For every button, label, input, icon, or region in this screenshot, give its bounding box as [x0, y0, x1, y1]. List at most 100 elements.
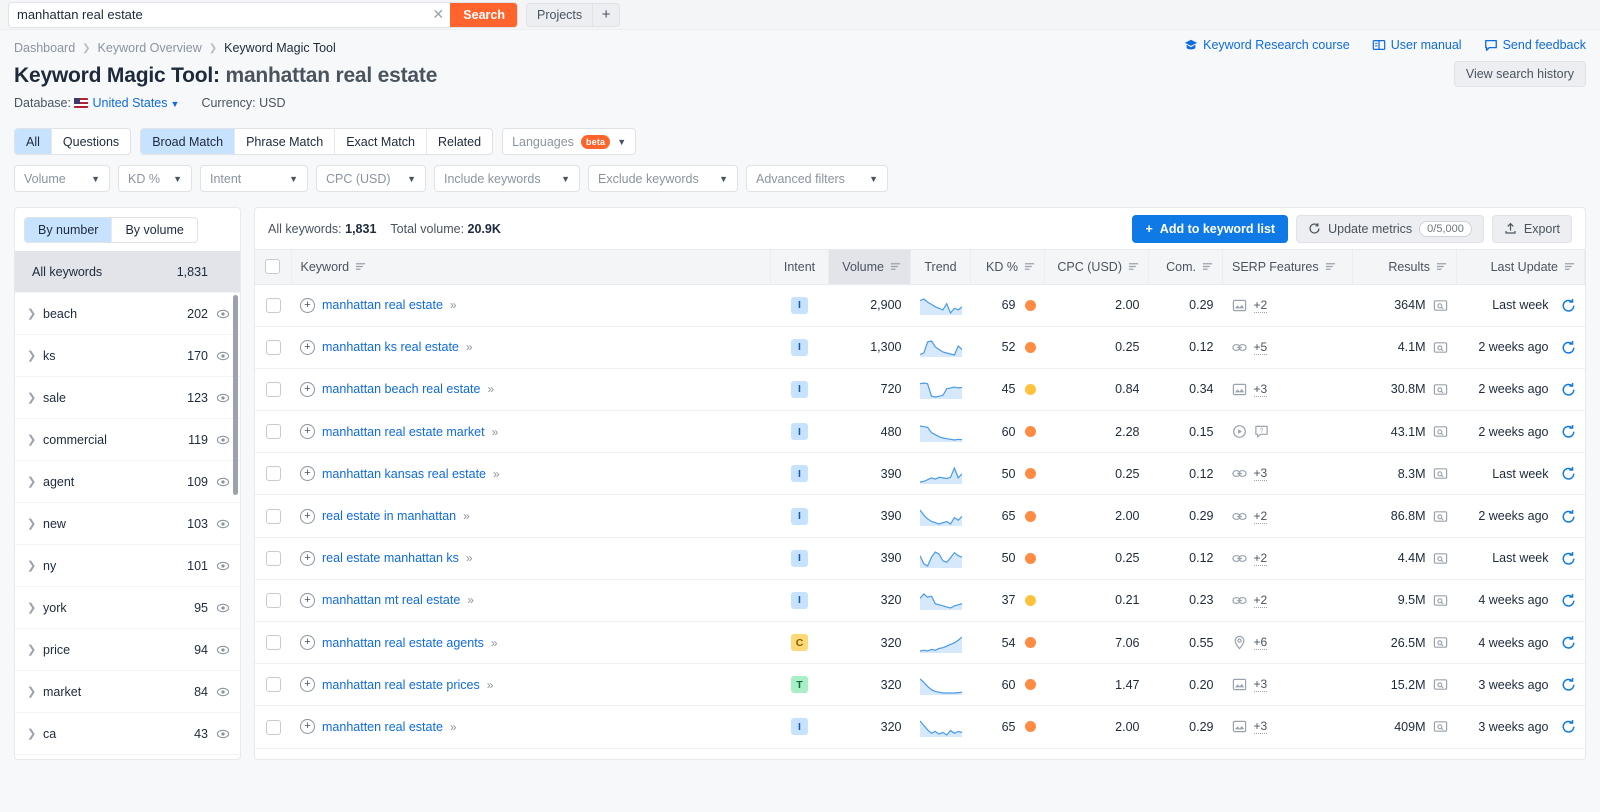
chevron-right-icon[interactable]: ❯	[27, 307, 43, 320]
column-header-results[interactable]: Results	[1352, 250, 1457, 285]
image-icon[interactable]	[1232, 677, 1247, 692]
row-checkbox[interactable]	[265, 466, 281, 482]
serp-more-count[interactable]: +6	[1253, 635, 1268, 651]
image-icon[interactable]	[1232, 382, 1247, 397]
send-feedback-link[interactable]: Send feedback	[1484, 38, 1586, 52]
keyword-link[interactable]: manhattan real estate market	[322, 425, 485, 439]
add-to-keyword-list-button[interactable]: + Add to keyword list	[1132, 214, 1289, 243]
table-row[interactable]: + manhattan beach real estate » I 720 45 0.84 0…	[255, 368, 1585, 412]
user-manual-link[interactable]: User manual	[1372, 38, 1462, 52]
refresh-row-icon[interactable]	[1561, 593, 1576, 608]
chevron-right-icon[interactable]: ❯	[27, 433, 43, 446]
sidebar-group-list[interactable]: All keywords 1,831 ❯ beach 202 ❯ ks 170 ❯ sale 1…	[15, 251, 240, 759]
filter-kd[interactable]: KD % ▼	[118, 165, 192, 192]
sidebar-item-new[interactable]: ❯ new 103	[15, 503, 240, 545]
serp-more-count[interactable]: +2	[1253, 593, 1268, 608]
chevron-right-icon[interactable]: ❯	[27, 517, 43, 530]
sidebar-item-beach[interactable]: ❯ beach 202	[15, 293, 240, 335]
intent-badge[interactable]: I	[791, 465, 808, 483]
refresh-row-icon[interactable]	[1561, 340, 1576, 355]
intent-badge[interactable]: I	[791, 718, 808, 736]
intent-badge[interactable]: I	[791, 338, 808, 356]
serp-more-count[interactable]: +3	[1253, 382, 1268, 397]
sidebar-scrollbar[interactable]	[233, 295, 238, 495]
view-serp-icon[interactable]	[1433, 466, 1448, 481]
row-checkbox[interactable]	[265, 297, 281, 313]
keyword-table-scroll[interactable]: Keyword Intent Volume Trend KD % CPC (USD) Com…	[254, 249, 1586, 760]
search-input[interactable]	[9, 2, 427, 27]
preview-eye-icon[interactable]	[208, 643, 230, 657]
intent-badge[interactable]: I	[791, 591, 808, 609]
table-row[interactable]: + manhatten real estate » I 320 65 2.00 0.29 +3 4…	[255, 705, 1585, 749]
breadcrumb-dashboard[interactable]: Dashboard	[14, 41, 75, 55]
preview-eye-icon[interactable]	[208, 685, 230, 699]
sidebar-item-all-keywords[interactable]: All keywords 1,831	[15, 251, 240, 293]
serp-more-count[interactable]: +5	[1253, 340, 1268, 355]
breadcrumb-keyword-overview[interactable]: Keyword Overview	[98, 41, 202, 55]
sidebar-item-price[interactable]: ❯ price 94	[15, 629, 240, 671]
view-serp-icon[interactable]	[1433, 509, 1448, 524]
keyword-link[interactable]: manhattan real estate	[322, 298, 443, 312]
sidebar-item-ca[interactable]: ❯ ca 43	[15, 713, 240, 755]
sidebar-item-agent[interactable]: ❯ agent 109	[15, 461, 240, 503]
table-row[interactable]: + manhattan real estate market » I 480 60 2.28…	[255, 410, 1585, 454]
table-row[interactable]: + real estate manhattan ks » I 390 50 0.25 0.12…	[255, 537, 1585, 580]
preview-eye-icon[interactable]	[208, 475, 230, 489]
sidebar-item-commercial[interactable]: ❯ commercial 119	[15, 419, 240, 461]
sidebar-item-market[interactable]: ❯ market 84	[15, 671, 240, 713]
chevron-down-icon[interactable]: ▼	[171, 99, 180, 109]
keyword-expand-icon[interactable]: »	[467, 593, 474, 607]
filter-exclude-keywords[interactable]: Exclude keywords ▼	[588, 165, 738, 192]
add-project-icon[interactable]: +	[593, 4, 619, 26]
view-serp-icon[interactable]	[1433, 677, 1448, 692]
keyword-expand-icon[interactable]: »	[450, 720, 457, 734]
add-keyword-icon[interactable]: +	[300, 508, 315, 524]
local-icon[interactable]	[1232, 635, 1247, 650]
update-metrics-button[interactable]: Update metrics 0/5,000	[1296, 214, 1484, 243]
sort-icon[interactable]	[1202, 261, 1213, 272]
column-header-serp[interactable]: SERP Features	[1222, 250, 1353, 285]
intent-badge[interactable]: I	[791, 549, 808, 567]
image-icon[interactable]	[1232, 719, 1247, 734]
preview-eye-icon[interactable]	[208, 727, 230, 741]
view-search-history-button[interactable]: View search history	[1453, 61, 1586, 87]
refresh-row-icon[interactable]	[1561, 466, 1576, 481]
clear-search-icon[interactable]: ✕	[426, 3, 450, 27]
add-keyword-icon[interactable]: +	[300, 719, 315, 735]
intent-badge[interactable]: I	[791, 296, 808, 314]
serp-more-count[interactable]: +3	[1253, 466, 1268, 482]
keyword-link[interactable]: real estate manhattan ks	[322, 551, 459, 565]
chevron-right-icon[interactable]: ❯	[27, 475, 43, 488]
serp-more-count[interactable]: +3	[1253, 719, 1268, 735]
sort-icon[interactable]	[890, 261, 901, 272]
view-serp-icon[interactable]	[1433, 424, 1448, 439]
preview-eye-icon[interactable]	[208, 433, 230, 447]
link-icon[interactable]	[1231, 466, 1247, 481]
intent-badge[interactable]: C	[791, 634, 808, 652]
tab-questions[interactable]: Questions	[52, 129, 130, 154]
sidebar-item-ny[interactable]: ❯ ny 101	[15, 545, 240, 587]
refresh-row-icon[interactable]	[1561, 298, 1576, 313]
serp-more-count[interactable]: +3	[1253, 677, 1268, 693]
add-keyword-icon[interactable]: +	[300, 424, 315, 440]
tab-broad-match[interactable]: Broad Match	[141, 129, 236, 154]
row-checkbox[interactable]	[265, 550, 281, 566]
preview-eye-icon[interactable]	[208, 307, 230, 321]
search-button[interactable]: Search	[450, 2, 517, 27]
add-keyword-icon[interactable]: +	[300, 635, 315, 651]
database-selector[interactable]: Database: United States ▼	[14, 96, 179, 110]
row-checkbox[interactable]	[265, 593, 281, 608]
keyword-expand-icon[interactable]: »	[487, 382, 494, 396]
sidebar-item-york[interactable]: ❯ york 95	[15, 587, 240, 629]
view-serp-icon[interactable]	[1433, 382, 1448, 397]
sort-icon[interactable]	[1436, 261, 1447, 272]
select-all-checkbox[interactable]	[265, 259, 281, 275]
chevron-right-icon[interactable]: ❯	[27, 685, 43, 698]
refresh-row-icon[interactable]	[1561, 382, 1576, 397]
refresh-row-icon[interactable]	[1561, 509, 1576, 524]
tab-exact-match[interactable]: Exact Match	[335, 129, 427, 154]
add-keyword-icon[interactable]: +	[300, 592, 315, 608]
preview-eye-icon[interactable]	[208, 391, 230, 405]
serp-more-count[interactable]: +2	[1253, 551, 1268, 566]
link-icon[interactable]	[1231, 340, 1247, 355]
